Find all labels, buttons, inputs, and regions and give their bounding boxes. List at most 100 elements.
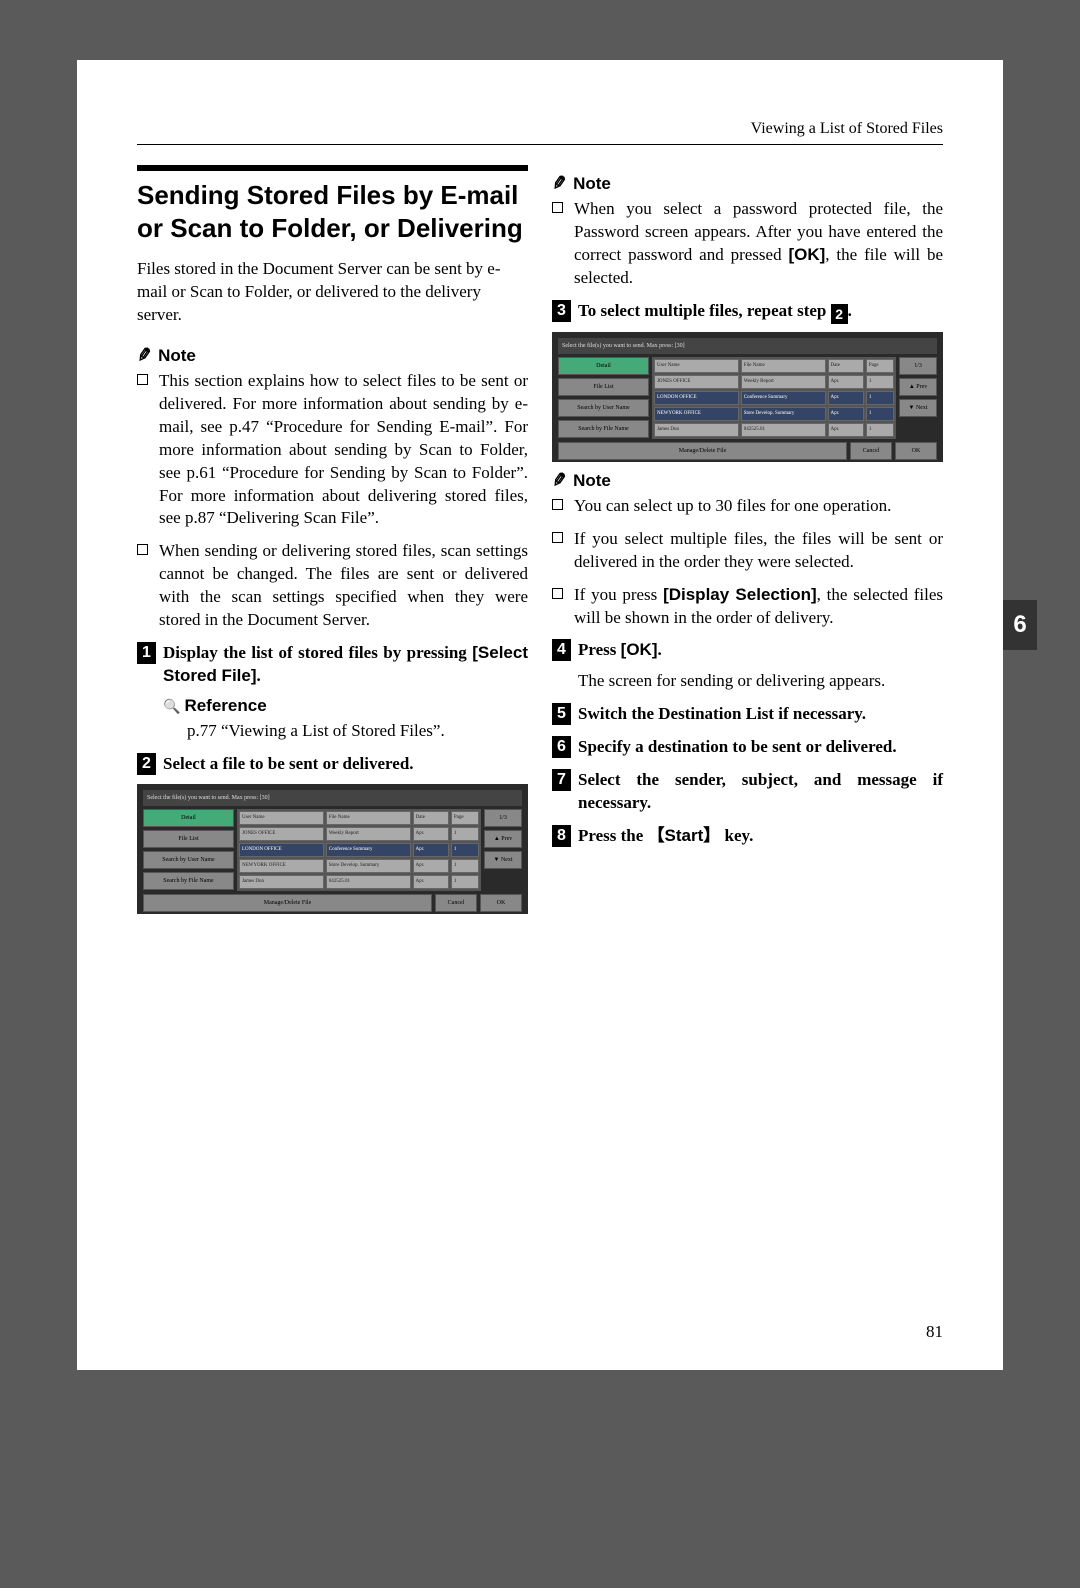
ss-cell-selected: NEWYORK OFFICE xyxy=(654,407,739,421)
note-item: When you select a password protected fil… xyxy=(552,198,943,290)
ss-next-button: ▼ Next xyxy=(484,851,522,869)
step-d-body: The screen for sending or delivering app… xyxy=(578,670,943,693)
ss-left-panel: Detail File List Search by User Name Sea… xyxy=(558,357,649,439)
ss-cell: NEWYORK OFFICE xyxy=(239,859,324,873)
reference-heading: Reference xyxy=(163,696,528,716)
ss-left-button: File List xyxy=(143,830,234,848)
step-number-icon: 1 xyxy=(137,642,156,664)
intro-paragraph: Files stored in the Document Server can … xyxy=(137,258,528,327)
step-a: 1 Display the list of stored files by pr… xyxy=(137,642,528,688)
note-list-3: You can select up to 30 files for one op… xyxy=(552,495,943,630)
ss-cell: 042525.01 xyxy=(326,875,411,889)
ss-cell: James Dun xyxy=(654,423,739,437)
ss-cell: Apr. xyxy=(413,827,449,841)
ss-ok-button: OK xyxy=(480,894,522,912)
ss-topbar: Select the file(s) you want to send. Max… xyxy=(558,338,937,354)
step-number-icon: 6 xyxy=(552,736,571,758)
note-item: You can select up to 30 files for one op… xyxy=(552,495,943,518)
ss-cell: Apr. xyxy=(828,423,864,437)
ss-pager: 1/3 xyxy=(899,357,937,375)
ss-cell: Apr. xyxy=(828,407,864,421)
ss-cell: 1 xyxy=(451,843,479,857)
note-list-2: When you select a password protected fil… xyxy=(552,198,943,290)
step-text: . xyxy=(848,301,852,320)
ss-cell-selected: Store Develop. Summary xyxy=(741,407,826,421)
step-h: 8 Press the 【Start】 key. xyxy=(552,825,943,848)
ss-cell: Weekly Report xyxy=(741,375,826,389)
ss-file-list: User Name File Name Date Page JONES OFFI… xyxy=(237,809,481,891)
step-number-icon: 2 xyxy=(137,753,156,775)
ss-cell: 1 xyxy=(451,875,479,889)
step-ref-icon: 2 xyxy=(831,304,848,324)
ss-cancel-button: Cancel xyxy=(435,894,477,912)
ss-prev-button: ▲ Prev xyxy=(899,378,937,396)
ss-cell: 1 xyxy=(451,827,479,841)
ss-cell: James Dun xyxy=(239,875,324,889)
ss-cell: Apr. xyxy=(413,843,449,857)
step-text: Select the sender, subject, and message … xyxy=(578,770,943,812)
step-b: 2 Select a file to be sent or delivered. xyxy=(137,753,528,776)
ss-right-panel: 1/3 ▲ Prev ▼ Next xyxy=(899,357,937,439)
ss-cell: JONES OFFICE xyxy=(654,375,739,389)
note-item: This section explains how to select file… xyxy=(137,370,528,531)
right-column: Note When you select a password protecte… xyxy=(552,165,943,922)
step-text: Switch the Destination List if necessary… xyxy=(578,704,866,723)
note-item: If you press [Display Selection], the se… xyxy=(552,584,943,630)
ss-col-header: User Name xyxy=(239,811,324,825)
page-header-breadcrumb: Viewing a List of Stored Files xyxy=(137,120,943,145)
ss-bottom-bar: Manage/Delete File Cancel OK xyxy=(143,894,522,912)
step-number-icon: 5 xyxy=(552,703,571,725)
ss-file-list: User Name File Name Date Page JONES OFFI… xyxy=(652,357,896,439)
ss-left-button: Search by File Name xyxy=(558,420,649,438)
ss-bottom-bar: Manage/Delete File Cancel OK xyxy=(558,442,937,460)
step-d: 4 Press [OK]. xyxy=(552,639,943,662)
note-heading: Note xyxy=(552,173,943,194)
ss-left-button: File List xyxy=(558,378,649,396)
chapter-tab: 6 xyxy=(1003,600,1037,650)
step-text: To select multiple files, repeat step xyxy=(578,301,831,320)
ss-manage-button: Manage/Delete File xyxy=(558,442,847,460)
ss-col-header: Date xyxy=(828,359,864,373)
ss-pager: 1/3 xyxy=(484,809,522,827)
step-number-icon: 8 xyxy=(552,825,571,847)
ss-next-button: ▼ Next xyxy=(899,399,937,417)
ss-manage-button: Manage/Delete File xyxy=(143,894,432,912)
ss-cell: 1 xyxy=(866,391,894,405)
ss-right-panel: 1/3 ▲ Prev ▼ Next xyxy=(484,809,522,891)
step-text: key. xyxy=(720,826,753,845)
step-g: 7 Select the sender, subject, and messag… xyxy=(552,769,943,815)
ss-cell: 042525.01 xyxy=(741,423,826,437)
step-text: . xyxy=(257,666,261,685)
ss-col-header: Page xyxy=(866,359,894,373)
step-text: Specify a destination to be sent or deli… xyxy=(578,737,897,756)
step-f: 6 Specify a destination to be sent or de… xyxy=(552,736,943,759)
ss-prev-button: ▲ Prev xyxy=(484,830,522,848)
step-text: Press the xyxy=(578,826,648,845)
ss-cell: 1 xyxy=(866,407,894,421)
ss-cell: 1 xyxy=(866,423,894,437)
ui-key-label: [OK] xyxy=(788,245,825,264)
ss-left-button: Detail xyxy=(558,357,649,375)
reference-text: p.77 “Viewing a List of Stored Files”. xyxy=(187,720,528,743)
document-page: Viewing a List of Stored Files Sending S… xyxy=(77,60,1003,1370)
step-number-icon: 4 xyxy=(552,639,571,661)
step-text: Display the list of stored files by pres… xyxy=(163,643,472,662)
device-screenshot-2: Select the file(s) you want to send. Max… xyxy=(552,332,943,462)
hardware-key-label: 【Start】 xyxy=(648,826,721,845)
ss-cell-selected: LONDON OFFICE xyxy=(654,391,739,405)
ss-col-header: Page xyxy=(451,811,479,825)
ss-cell: Apr. xyxy=(413,859,449,873)
note-heading: Note xyxy=(137,345,528,366)
note-heading: Note xyxy=(552,470,943,491)
step-number-icon: 3 xyxy=(552,300,571,322)
ss-cancel-button: Cancel xyxy=(850,442,892,460)
ss-left-button: Detail xyxy=(143,809,234,827)
ss-left-button: Search by User Name xyxy=(143,851,234,869)
ss-col-header: File Name xyxy=(741,359,826,373)
ss-cell: Apr. xyxy=(413,875,449,889)
two-column-layout: Sending Stored Files by E-mail or Scan t… xyxy=(137,165,943,922)
ui-key-label: [Display Selection] xyxy=(663,585,817,604)
note-item: When sending or delivering stored files,… xyxy=(137,540,528,632)
step-text: Select a file to be sent or delivered. xyxy=(163,754,414,773)
step-number-icon: 7 xyxy=(552,769,571,791)
